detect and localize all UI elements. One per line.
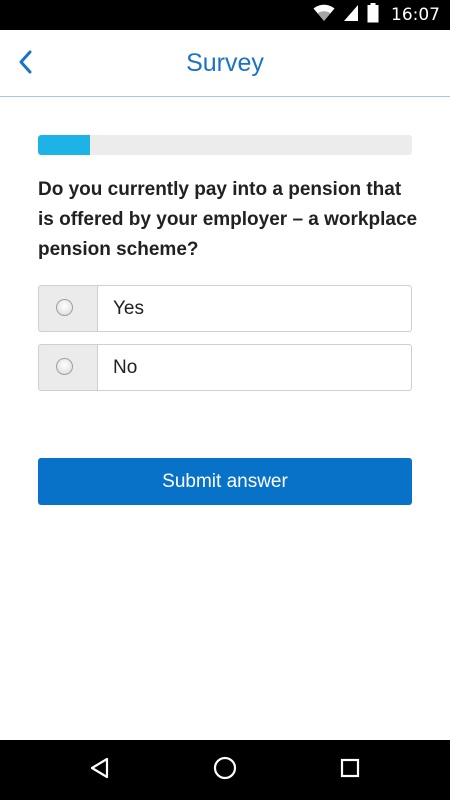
home-circle-icon <box>212 755 238 786</box>
system-nav-bar <box>0 740 450 800</box>
status-bar: 16:07 <box>0 0 450 30</box>
option-label-yes[interactable]: Yes <box>98 285 412 332</box>
signal-icon <box>343 4 359 27</box>
submit-answer-button[interactable]: Submit answer <box>38 458 412 505</box>
option-label-no[interactable]: No <box>98 344 412 391</box>
question-text: Do you currently pay into a pension that… <box>38 179 418 260</box>
radio-button-yes[interactable] <box>56 299 73 316</box>
radio-box-yes[interactable] <box>38 285 98 332</box>
progress-fill <box>38 135 91 155</box>
back-triangle-icon <box>88 756 112 785</box>
radio-box-no[interactable] <box>38 344 98 391</box>
back-button[interactable] <box>8 46 44 82</box>
option-no[interactable]: No <box>38 344 412 391</box>
page-title: Survey <box>186 49 264 77</box>
nav-recents-button[interactable] <box>335 755 365 785</box>
status-time: 16:07 <box>391 5 440 25</box>
option-yes[interactable]: Yes <box>38 285 412 332</box>
nav-back-button[interactable] <box>85 755 115 785</box>
radio-button-no[interactable] <box>56 358 73 375</box>
progress-bar <box>38 135 412 155</box>
wifi-icon <box>313 4 335 27</box>
recents-square-icon <box>338 756 362 785</box>
app-bar: Survey <box>0 30 450 97</box>
battery-icon <box>367 2 379 28</box>
nav-home-button[interactable] <box>210 755 240 785</box>
status-icons: 16:07 <box>313 0 440 30</box>
chevron-left-icon <box>17 50 35 79</box>
